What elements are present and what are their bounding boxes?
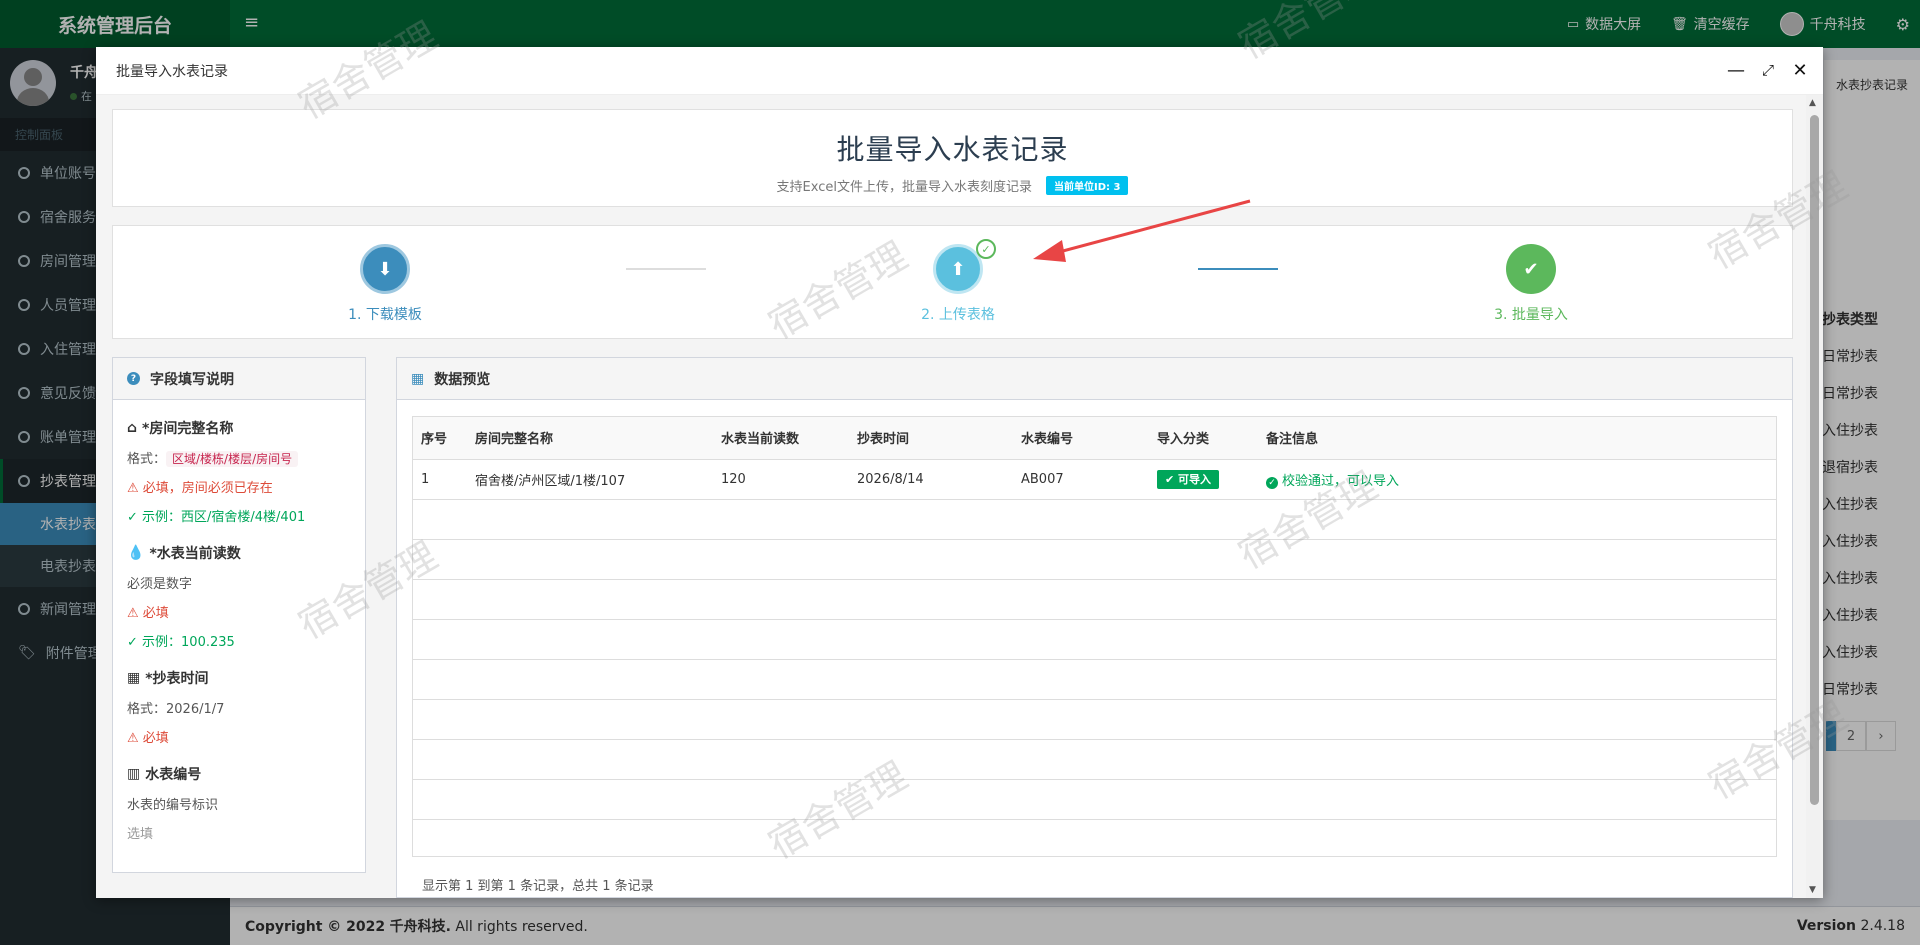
preview-table: 序号 房间完整名称 水表当前读数 抄表时间 水表编号 导入分类 备注信息 1 宿 [412,416,1777,857]
upload-icon[interactable]: ⬆ ✓ [933,239,996,294]
field-example: ✓ 示例：100.235 [127,635,235,650]
table-header-row: 序号 房间完整名称 水表当前读数 抄表时间 水表编号 导入分类 备注信息 [413,417,1776,460]
table-row[interactable]: 1 宿舍楼/泸州区域/1楼/107 120 2026/8/14 AB007 ✔ … [413,459,1776,500]
table-row [413,499,1776,540]
table-row [413,819,1776,859]
data-preview-panel: ▦ 数据预览 序号 房间完整名称 水表当前读数 抄表时间 水表编号 导入分类 备注… [396,357,1793,898]
check-circle-icon: ✓ [1266,476,1278,489]
table-row [413,579,1776,620]
import-steps: ⬇ 1. 下载模板 ⬆ ✓ 2. 上传表格 ✔ 3. 批量导入 [112,225,1793,339]
column-header[interactable]: 抄表时间 [849,417,1013,460]
panel-title: 数据预览 [434,371,491,388]
import-modal: 批量导入水表记录 — ⤢ ✕ ▲ ▼ 批量导入水表记录 支持Excel文件上传，… [96,47,1823,898]
table-row [413,739,1776,780]
step-connector [1198,268,1278,270]
column-header[interactable]: 房间完整名称 [467,417,713,460]
scroll-thumb[interactable] [1810,115,1819,805]
scroll-up-icon[interactable]: ▲ [1809,98,1816,108]
close-icon[interactable]: ✕ [1789,59,1811,81]
scroll-down-icon[interactable]: ▼ [1809,885,1816,895]
home-icon: ⌂ [127,420,138,436]
minimize-icon[interactable]: — [1725,59,1747,81]
field-instructions-panel: ? 字段填写说明 ⌂ *房间完整名称 格式： 区域/楼栋/楼层/房间号 ⚠ 必填，房间… [112,357,366,873]
question-circle-icon: ? [127,372,140,385]
scrollbar[interactable]: ▲ ▼ [1806,95,1823,898]
step-label: 3. 批量导入 [1494,307,1568,323]
unit-id-badge: 当前单位ID: 3 [1045,176,1129,195]
pagination-info: 显示第 1 到第 1 条记录，总共 1 条记录 [422,879,654,894]
check-circle-icon: ✓ [976,239,996,259]
tint-icon: 💧 [127,545,145,561]
field-optional: 选填 [127,827,154,842]
table-row [413,539,1776,580]
field-format: 格式：2026/1/7 [127,702,225,717]
warning-icon: ⚠ [127,731,139,746]
field-desc: 必须是数字 [127,577,193,592]
step-label: 2. 上传表格 [921,307,995,323]
page-title: 批量导入水表记录 [836,133,1069,166]
barcode-icon: ▥ [127,766,141,782]
step-download-template[interactable]: ⬇ 1. 下载模板 [285,244,485,324]
modal-body: ▲ ▼ 批量导入水表记录 支持Excel文件上传，批量导入水表刻度记录 当前单位… [96,95,1823,898]
field-example: ✓ 示例：西区/宿舍楼/4楼/401 [127,510,306,525]
import-header: 批量导入水表记录 支持Excel文件上传，批量导入水表刻度记录 当前单位ID: … [112,109,1793,207]
step-connector [626,268,706,270]
field-meter-id: ▥ 水表编号 水表的编号标识 选填 [113,764,365,842]
modal-title-bar: 批量导入水表记录 — ⤢ ✕ [96,47,1823,95]
field-meter-reading: 💧 *水表当前读数 必须是数字 ⚠ 必填 ✓ 示例：100.235 [113,543,365,650]
step-upload-table[interactable]: ⬆ ✓ 2. 上传表格 [858,239,1058,324]
table-row [413,779,1776,820]
column-header[interactable]: 水表编号 [1013,417,1149,460]
column-header[interactable]: 导入分类 [1149,417,1258,460]
warning-icon: ⚠ [127,606,139,621]
table-row [413,699,1776,740]
field-reading-time: ▦ *抄表时间 格式：2026/1/7 ⚠ 必填 [113,668,365,746]
column-header[interactable]: 水表当前读数 [713,417,849,460]
modal-title: 批量导入水表记录 [116,63,228,80]
table-row [413,659,1776,700]
warning-icon: ⚠ [127,481,139,496]
column-header[interactable]: 序号 [413,417,467,460]
column-header[interactable]: 备注信息 [1258,417,1776,460]
format-code: 区域/楼栋/楼层/房间号 [166,451,299,467]
field-desc: 水表的编号标识 [127,798,219,813]
check-icon[interactable]: ✔ [1506,244,1556,294]
page-subtitle: 支持Excel文件上传，批量导入水表刻度记录 [776,180,1032,195]
remark-cell: ✓ 校验通过，可以导入 [1258,459,1776,500]
import-status-badge: ✔ 可导入 [1157,470,1220,489]
step-batch-import[interactable]: ✔ 3. 批量导入 [1431,244,1631,324]
panel-title: 字段填写说明 [150,371,234,388]
calendar-icon: ▦ [127,670,141,686]
field-room-name: ⌂ *房间完整名称 格式： 区域/楼栋/楼层/房间号 ⚠ 必填，房间必须已存在 ✓ … [113,418,365,525]
download-icon[interactable]: ⬇ [360,244,410,294]
table-row [413,619,1776,660]
step-label: 1. 下载模板 [348,307,422,323]
table-icon: ▦ [411,370,425,387]
maximize-icon[interactable]: ⤢ [1757,59,1779,81]
